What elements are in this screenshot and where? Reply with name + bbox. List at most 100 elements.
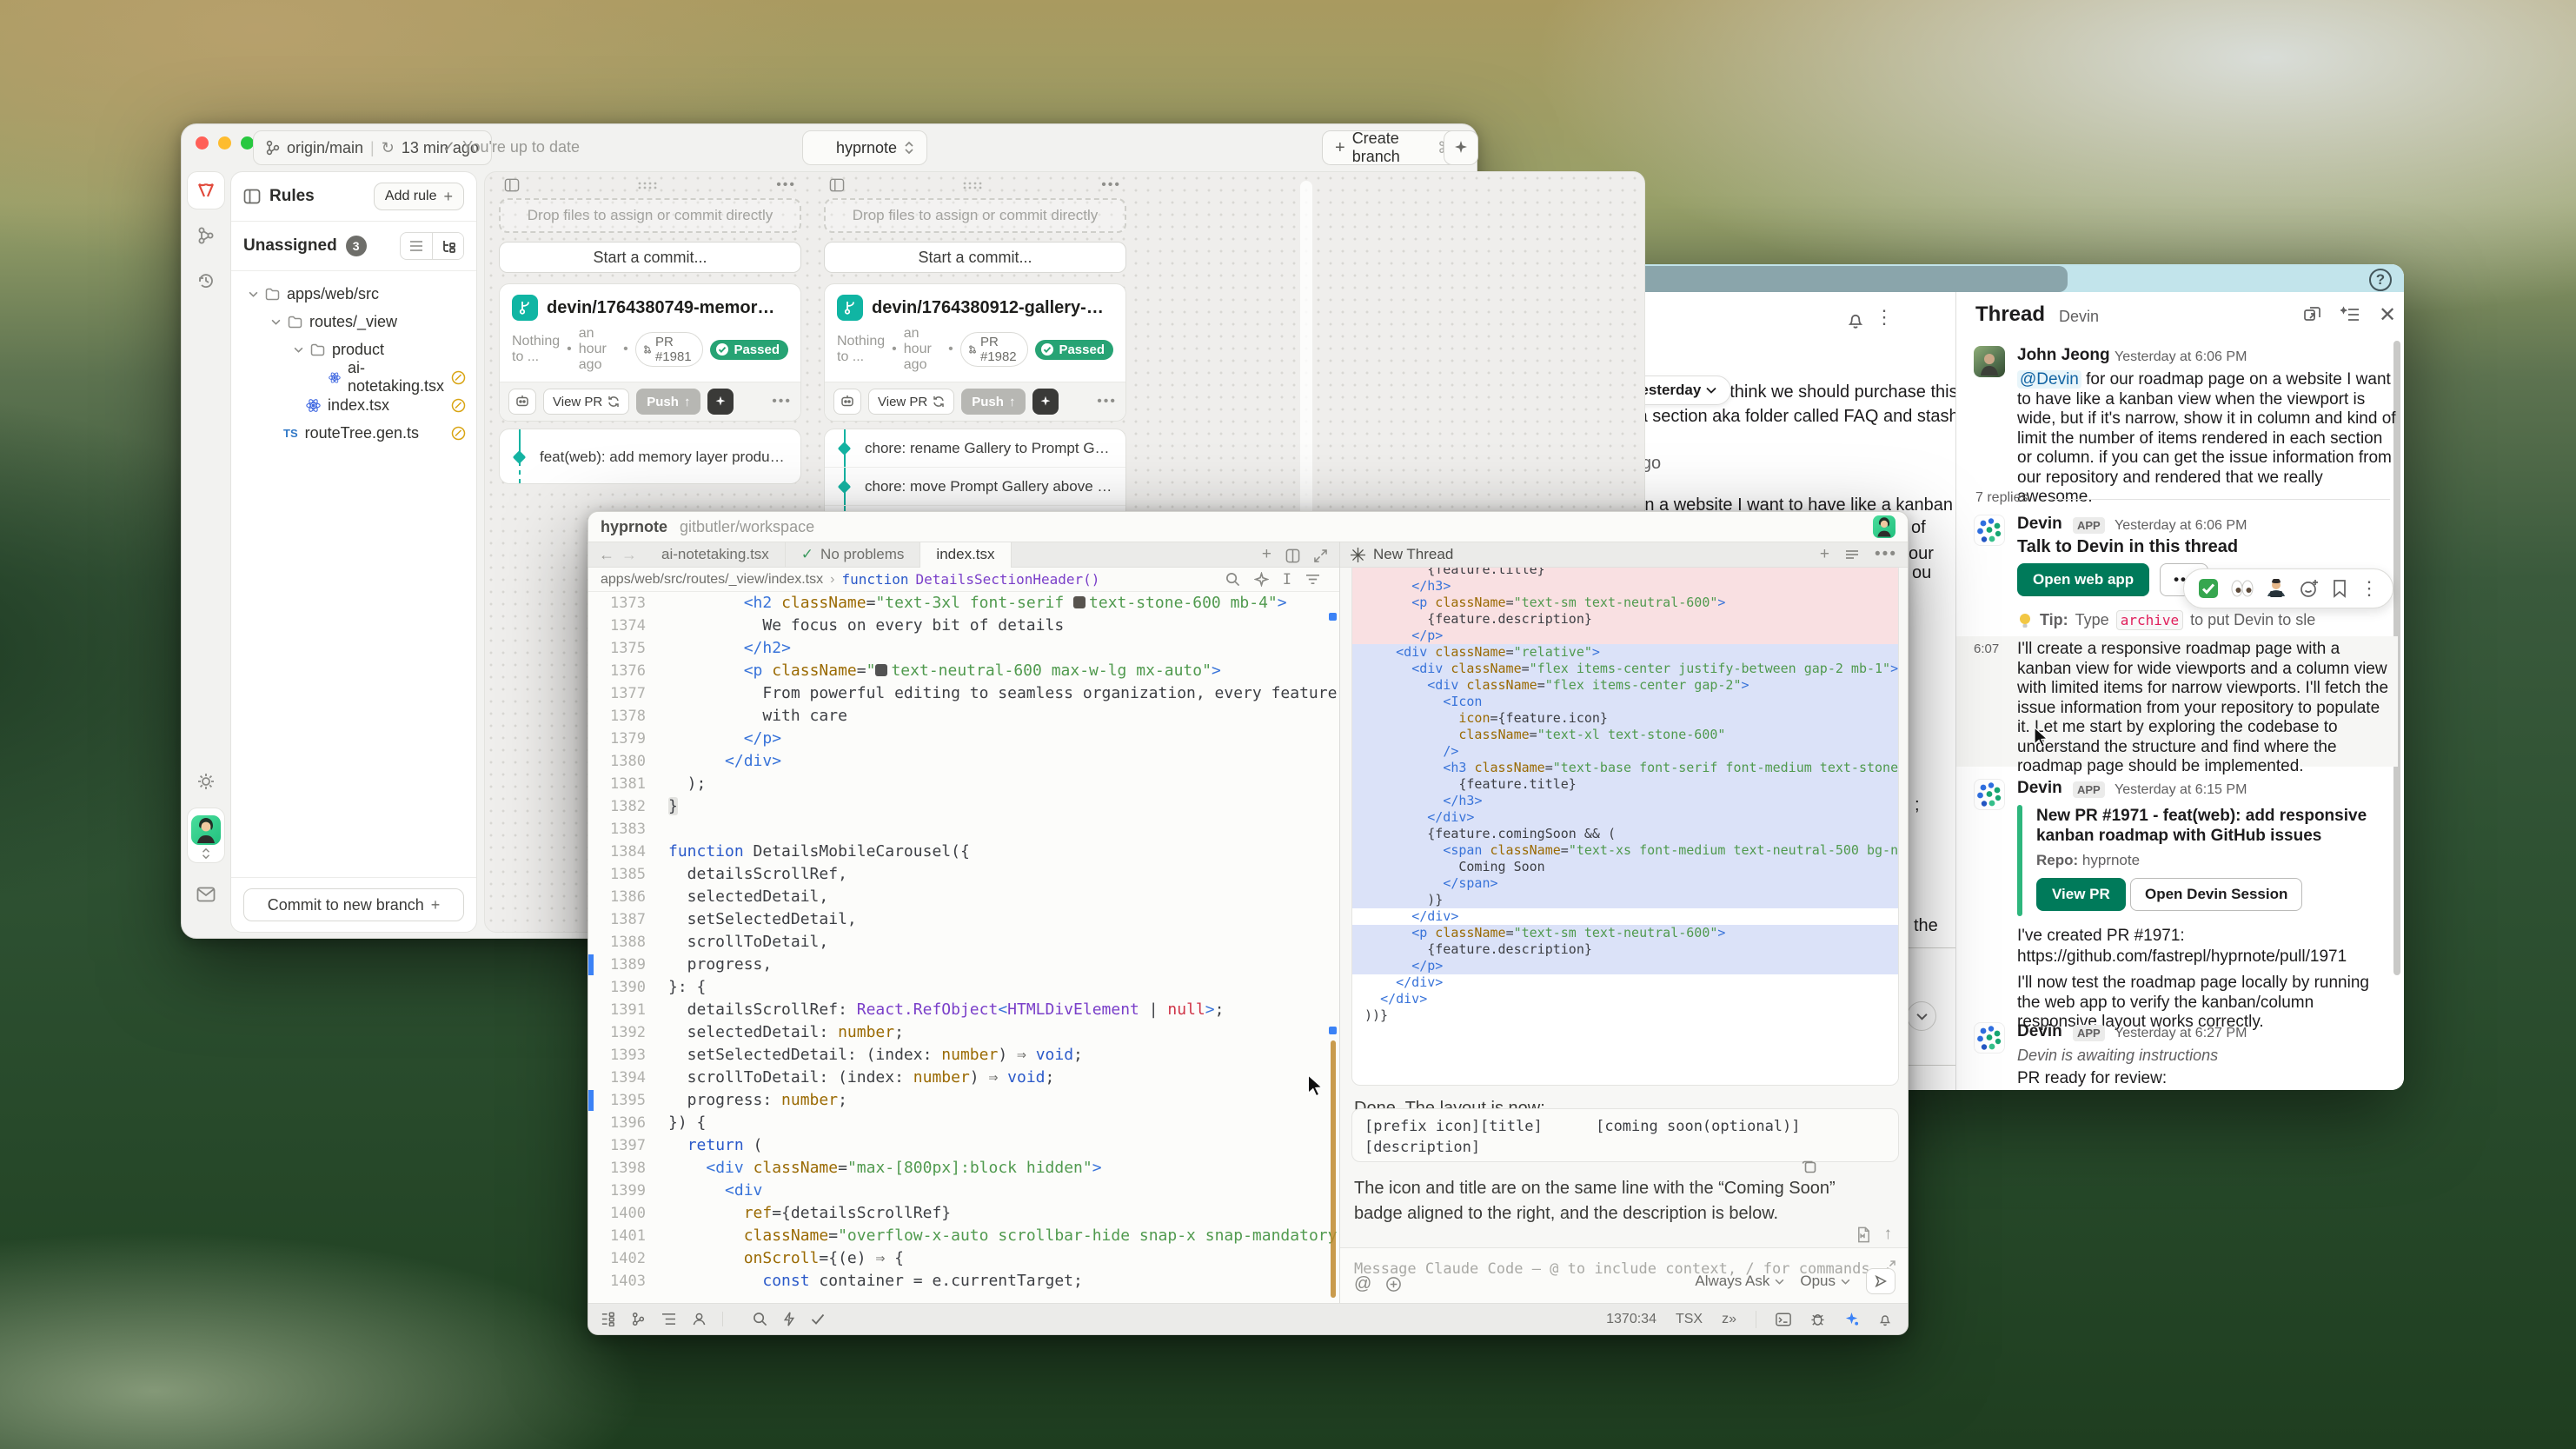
bell-icon[interactable] (1845, 309, 1866, 330)
card-menu-icon[interactable]: ••• (1097, 394, 1117, 409)
pr-link[interactable]: https://github.com/fastrepl/hyprnote/pul… (2017, 947, 2347, 967)
message-timestamp[interactable]: Yesterday at 6:06 PM (2115, 518, 2247, 534)
tab-ai-notetaking[interactable]: ai-notetaking.tsx (646, 542, 786, 568)
diff-card[interactable]: {feature.title} </h3> <p className="text… (1351, 568, 1899, 1086)
mention-context-icon[interactable]: @ (1354, 1274, 1371, 1294)
drop-zone[interactable]: Drop files to assign or commit directly (824, 198, 1126, 233)
layout-code-block[interactable]: [prefix icon][title] [coming soon(option… (1351, 1108, 1899, 1162)
language-mode[interactable]: TSX (1676, 1312, 1703, 1327)
code-line[interactable]: 1377 From powerful editing to seamless o… (588, 682, 1339, 705)
minimize-window-button[interactable] (218, 136, 231, 150)
check-status-icon[interactable] (811, 1313, 825, 1325)
ci-status-badge[interactable]: Passed (1035, 340, 1113, 360)
lock-edit-icon[interactable] (451, 398, 466, 413)
close-icon[interactable]: ✕ (2379, 302, 2396, 328)
card-menu-icon[interactable]: ••• (772, 394, 792, 409)
notifications-bell-icon[interactable] (1878, 1312, 1892, 1327)
tree-view-button[interactable] (432, 233, 463, 259)
code-line[interactable]: 1396}) { (588, 1112, 1339, 1134)
code-line[interactable]: 1395 progress: number; (588, 1089, 1339, 1112)
code-line[interactable]: 1388 scrollToDetail, (588, 931, 1339, 954)
assistant-menu-icon[interactable]: ••• (1875, 545, 1897, 564)
code-line[interactable]: 1389 progress, (588, 954, 1339, 976)
code-line[interactable]: 1380 </div> (588, 750, 1339, 773)
code-line[interactable]: 1392 selectedDetail: number; (588, 1021, 1339, 1044)
permission-mode-select[interactable]: Always Ask (1695, 1273, 1784, 1290)
code-line[interactable]: 1374 We focus on every bit of details (588, 615, 1339, 637)
markdown-doc-icon[interactable] (1856, 1226, 1872, 1243)
editor-project-name[interactable]: hyprnote (601, 518, 667, 536)
help-icon[interactable]: ? (2369, 269, 2392, 291)
model-select[interactable]: Opus (1800, 1273, 1850, 1290)
add-rule-button[interactable]: Add rule+ (374, 183, 464, 210)
ai-summarize-icon[interactable] (2340, 304, 2361, 325)
terminal-icon[interactable] (1776, 1313, 1791, 1326)
git-panel-icon[interactable] (631, 1312, 646, 1326)
split-pane-icon[interactable] (1285, 548, 1300, 563)
nav-forward-icon[interactable]: → (621, 546, 637, 564)
scroll-up-icon[interactable]: ↑ (1884, 1225, 1893, 1244)
code-line[interactable]: 1385 detailsScrollRef, (588, 863, 1339, 886)
code-line[interactable]: 1403 const container = e.currentTarget; (588, 1270, 1339, 1293)
editor-titlebar[interactable]: hyprnote gitbutler/workspace (588, 512, 1908, 542)
outline-panel-icon[interactable] (661, 1313, 676, 1326)
message-author[interactable]: Devin (2017, 515, 2062, 534)
code-line[interactable]: 1401 className="overflow-x-auto scrollba… (588, 1225, 1339, 1247)
code-line[interactable]: 1402 onScroll={(e) ⇒ { (588, 1247, 1339, 1270)
start-commit-button[interactable]: Start a commit... (499, 242, 801, 273)
start-commit-button[interactable]: Start a commit... (824, 242, 1126, 273)
lane-menu-icon[interactable]: ••• (776, 177, 796, 193)
collab-avatar[interactable] (1873, 515, 1895, 538)
history-tab[interactable] (187, 262, 225, 300)
drop-zone[interactable]: Drop files to assign or commit directly (499, 198, 801, 233)
pr-badge[interactable]: PR #1982 (960, 332, 1029, 367)
tab-index-tsx[interactable]: index.tsx (920, 542, 1011, 568)
assistant-thread-title[interactable]: New Thread (1373, 546, 1453, 563)
tree-folder[interactable]: routes/_view (236, 308, 471, 336)
commit-row[interactable]: feat(web): add memory layer product page (500, 429, 800, 484)
channel-more-icon[interactable]: ⋮ (1875, 306, 1895, 329)
code-line[interactable]: 1376 <p className="text-neutral-600 max-… (588, 660, 1339, 682)
avatar[interactable] (1974, 346, 2005, 377)
diagnostics-icon[interactable] (783, 1312, 795, 1326)
message-author[interactable]: Devin (2017, 779, 2062, 798)
code-line[interactable]: 1381 ); (588, 773, 1339, 795)
settings-button[interactable] (187, 762, 225, 801)
diagnostics-status[interactable]: ✓No problems (786, 542, 920, 568)
ai-actions-button[interactable] (1444, 130, 1478, 165)
search-icon[interactable] (1225, 572, 1240, 587)
send-button[interactable] (1866, 1268, 1895, 1294)
branch-name[interactable]: devin/1764380749-memory-page (547, 298, 781, 318)
code-line[interactable]: 1378 with care (588, 705, 1339, 728)
new-tab-icon[interactable]: + (1262, 545, 1271, 564)
expand-icon[interactable] (1314, 549, 1327, 562)
commit-to-new-branch-button[interactable]: Commit to new branch+ (243, 888, 464, 921)
code-line[interactable]: 1384function DetailsMobileCarousel({ (588, 841, 1339, 863)
code-line[interactable]: 1400 ref={detailsScrollRef} (588, 1202, 1339, 1225)
review-bot-button[interactable] (508, 389, 536, 415)
open-web-app-button[interactable]: Open web app (2017, 563, 2149, 596)
editor-scrollbar[interactable] (1327, 592, 1339, 1303)
list-view-button[interactable] (401, 233, 432, 259)
close-window-button[interactable] (196, 136, 209, 150)
workspace-tab[interactable] (187, 171, 225, 209)
message-timestamp[interactable]: Yesterday at 6:06 PM (2115, 349, 2247, 365)
history-list-icon[interactable] (1845, 549, 1859, 560)
branches-tab[interactable] (187, 216, 225, 255)
panel-icon[interactable] (829, 178, 845, 192)
tree-file[interactable]: TS routeTree.gen.ts (236, 419, 471, 447)
ci-status-badge[interactable]: Passed (710, 340, 788, 360)
add-reaction-icon[interactable] (2299, 578, 2320, 599)
assistant-input-area[interactable]: Message Claude Code — @ to include conte… (1340, 1247, 1908, 1303)
code-line[interactable]: 1391 detailsScrollRef: React.RefObject<H… (588, 999, 1339, 1021)
code-line[interactable]: 1397 return ( (588, 1134, 1339, 1157)
new-thread-icon[interactable]: + (1820, 545, 1829, 564)
scroll-to-bottom-button[interactable] (1907, 1001, 1936, 1031)
ai-commit-button[interactable] (707, 389, 734, 415)
code-line[interactable]: 1399 <div (588, 1180, 1339, 1202)
user-menu[interactable] (187, 808, 225, 863)
branch-name[interactable]: devin/1764380912-gallery-shortcuts (872, 298, 1106, 318)
code-line[interactable]: 1386 selectedDetail, (588, 886, 1339, 908)
code-line[interactable]: 1393 setSelectedDetail: (index: number) … (588, 1044, 1339, 1067)
more-icon[interactable]: ⋮ (2360, 577, 2379, 600)
